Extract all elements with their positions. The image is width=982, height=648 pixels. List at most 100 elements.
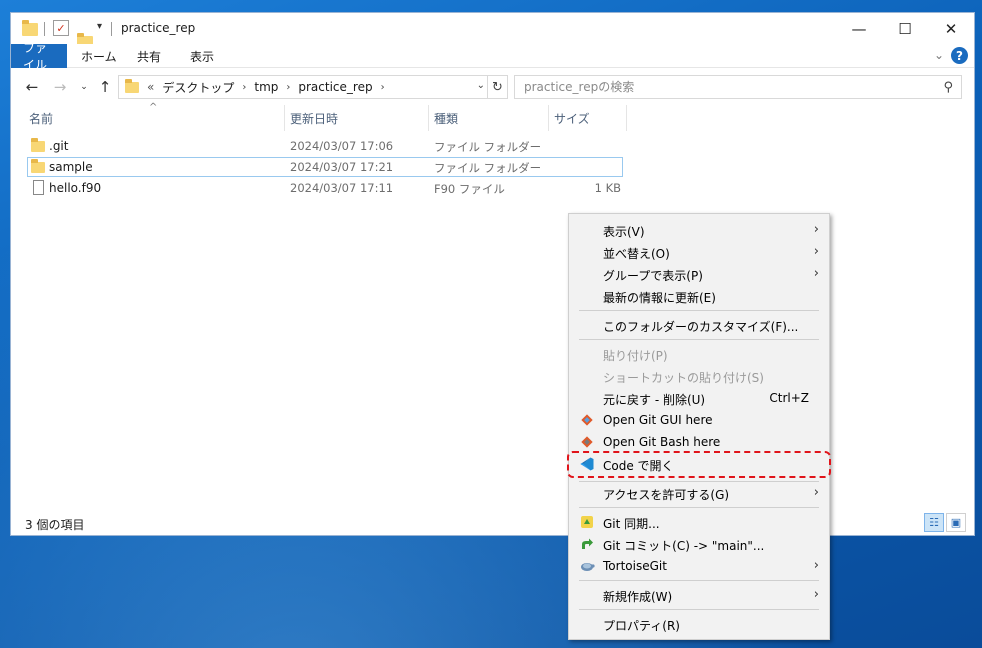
column-date[interactable]: 更新日時: [284, 105, 428, 131]
menu-separator: [579, 310, 819, 311]
menu-item-git-bash[interactable]: Open Git Bash here: [569, 431, 829, 453]
menu-item-sort[interactable]: 並べ替え(O) ›: [569, 241, 829, 263]
back-button[interactable]: ←: [21, 75, 43, 99]
breadcrumb-practice-rep[interactable]: practice_rep: [298, 80, 372, 94]
menu-separator: [579, 609, 819, 610]
menu-item-label: 新規作成(W): [603, 590, 673, 604]
column-size[interactable]: サイズ: [548, 105, 626, 131]
close-button[interactable]: ✕: [928, 13, 974, 44]
refresh-button[interactable]: ↻: [488, 75, 508, 99]
folder-icon: [31, 159, 45, 173]
file-name: hello.f90: [49, 181, 102, 195]
menu-item-label: 表示(V): [603, 225, 645, 239]
maximize-button[interactable]: ☐: [882, 13, 928, 44]
up-button[interactable]: ↑: [94, 75, 116, 99]
file-date: 2024/03/07 17:11: [290, 181, 394, 195]
menu-separator: [579, 507, 819, 508]
breadcrumb-overflow[interactable]: «: [147, 80, 154, 94]
menu-item-label: Open Git GUI here: [603, 413, 713, 427]
menu-item-label: このフォルダーのカスタマイズ(F)...: [603, 320, 799, 334]
navigation-bar: ← → ⌄ ↑ « デスクトップ › tmp › practice_rep › …: [11, 75, 974, 99]
submenu-arrow-icon: ›: [813, 485, 819, 500]
file-row-hello-f90[interactable]: hello.f90 2024/03/07 17:11 F90 ファイル 1 KB: [27, 178, 623, 198]
menu-item-label: Open Git Bash here: [603, 435, 721, 449]
column-divider[interactable]: [626, 105, 627, 131]
file-date: 2024/03/07 17:06: [290, 139, 394, 153]
menu-item-label: 元に戻す - 削除(U): [603, 393, 706, 407]
menu-item-git-gui[interactable]: Open Git GUI here: [569, 409, 829, 431]
menu-item-git-commit[interactable]: Git コミット(C) -> "main"...: [569, 533, 829, 555]
folder-icon: [22, 20, 38, 36]
menu-item-label: 最新の情報に更新(E): [603, 291, 716, 305]
menu-item-new[interactable]: 新規作成(W) ›: [569, 584, 829, 606]
file-date: 2024/03/07 17:21: [290, 160, 394, 174]
menu-item-tortoisegit[interactable]: TortoiseGit ›: [569, 555, 829, 577]
view-toggle: ☷ ▣: [922, 513, 966, 532]
submenu-arrow-icon: ›: [813, 266, 819, 281]
menu-separator: [579, 339, 819, 340]
menu-item-group-by[interactable]: グループで表示(P) ›: [569, 263, 829, 285]
git-commit-icon: [579, 536, 595, 552]
title-separator: [111, 22, 112, 36]
item-count: 3 個の項目: [25, 518, 85, 532]
window-title: practice_rep: [121, 21, 196, 35]
git-sync-icon: [579, 514, 595, 530]
address-dropdown-icon[interactable]: ⌄: [477, 80, 485, 91]
menu-item-label: Git 同期...: [603, 517, 660, 531]
large-icons-view-icon[interactable]: ▣: [946, 513, 966, 532]
folder-icon: [31, 138, 45, 152]
submenu-arrow-icon: ›: [813, 587, 819, 602]
details-view-icon[interactable]: ☷: [924, 513, 944, 532]
menu-item-label: グループで表示(P): [603, 269, 703, 283]
menu-item-label: TortoiseGit: [603, 559, 667, 573]
qa-separator: [44, 22, 45, 36]
file-size: 1 KB: [594, 181, 621, 195]
file-name: .git: [49, 139, 69, 153]
menu-item-shortcut: Ctrl+Z: [769, 391, 809, 405]
menu-item-undo-delete[interactable]: 元に戻す - 削除(U) Ctrl+Z: [569, 387, 829, 409]
file-type: ファイル フォルダー: [434, 140, 542, 154]
search-input[interactable]: [524, 80, 924, 94]
menu-item-label: Git コミット(C) -> "main"...: [603, 539, 765, 553]
breadcrumb-chevron-icon[interactable]: ›: [242, 82, 246, 93]
git-gui-icon: [579, 412, 595, 428]
breadcrumb-chevron-icon[interactable]: ›: [381, 82, 385, 93]
menu-item-label: 貼り付け(P): [603, 349, 668, 363]
customize-qa-dropdown-icon[interactable]: ▾: [97, 21, 102, 39]
menu-item-paste-shortcut: ショートカットの貼り付け(S): [569, 365, 829, 387]
tab-view[interactable]: 表示: [178, 44, 226, 68]
properties-icon[interactable]: ✓: [53, 20, 69, 36]
tab-file[interactable]: ファイル: [11, 41, 67, 72]
title-bar: ✓ ▾ practice_rep — ☐ ✕: [11, 13, 974, 49]
menu-item-git-sync[interactable]: Git 同期...: [569, 511, 829, 533]
search-icon[interactable]: ⚲: [943, 80, 953, 95]
submenu-arrow-icon: ›: [813, 244, 819, 259]
menu-item-label: プロパティ(R): [603, 619, 680, 633]
file-type: F90 ファイル: [434, 182, 505, 196]
breadcrumb-desktop[interactable]: デスクトップ: [162, 79, 234, 96]
search-box[interactable]: ⚲: [514, 75, 962, 99]
breadcrumb-chevron-icon[interactable]: ›: [286, 82, 290, 93]
tab-share[interactable]: 共有: [125, 44, 173, 68]
minimize-button[interactable]: —: [836, 13, 882, 44]
column-type[interactable]: 種類: [428, 105, 548, 131]
address-bar[interactable]: « デスクトップ › tmp › practice_rep › ⌄: [118, 75, 488, 99]
menu-item-customize-folder[interactable]: このフォルダーのカスタマイズ(F)...: [569, 314, 829, 336]
expand-ribbon-chevron-icon[interactable]: ⌄: [934, 48, 944, 62]
file-row-sample[interactable]: sample 2024/03/07 17:21 ファイル フォルダー: [27, 157, 623, 177]
menu-item-refresh[interactable]: 最新の情報に更新(E): [569, 285, 829, 307]
recent-locations-chevron-icon[interactable]: ⌄: [73, 75, 95, 99]
menu-separator: [579, 580, 819, 581]
column-name[interactable]: 名前: [23, 105, 283, 131]
breadcrumb-tmp[interactable]: tmp: [254, 80, 278, 94]
file-row-git[interactable]: .git 2024/03/07 17:06 ファイル フォルダー: [27, 136, 623, 156]
menu-item-properties[interactable]: プロパティ(R): [569, 613, 829, 635]
tab-home[interactable]: ホーム: [69, 44, 129, 68]
menu-item-view[interactable]: 表示(V) ›: [569, 219, 829, 241]
git-bash-icon: [579, 434, 595, 450]
file-type: ファイル フォルダー: [434, 161, 542, 175]
menu-item-give-access[interactable]: アクセスを許可する(G) ›: [569, 482, 829, 504]
menu-item-label: ショートカットの貼り付け(S): [603, 371, 764, 385]
forward-button[interactable]: →: [49, 75, 71, 99]
help-icon[interactable]: ?: [951, 47, 968, 64]
